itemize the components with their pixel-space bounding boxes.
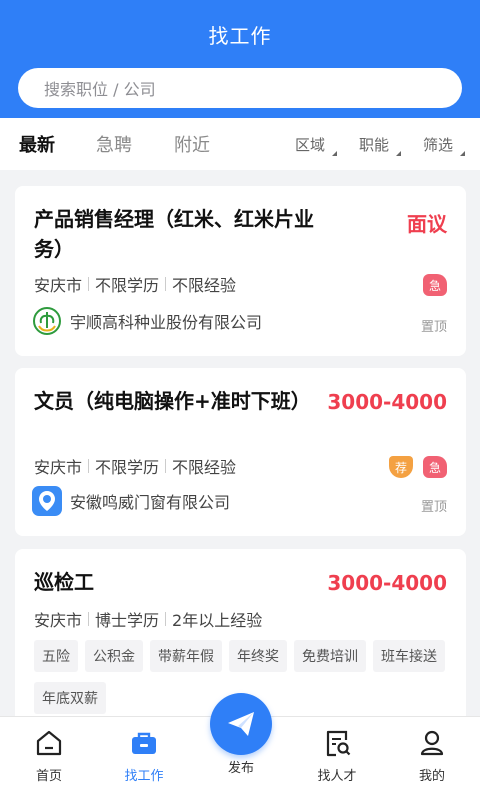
job-card[interactable]: 文员（纯电脑操作+准时下班） 3000-4000 安庆市 不限学历 不限经验 荐…: [15, 368, 466, 536]
job-title: 产品销售经理（红米、红米片业务）: [34, 207, 314, 261]
nav-mine[interactable]: 我的: [397, 727, 467, 784]
home-icon: [14, 727, 84, 759]
user-icon: [397, 727, 467, 759]
urgent-badge: 急: [423, 274, 447, 296]
company-name: 安徽鸣威门窗有限公司: [70, 493, 231, 512]
dropdown-triangle-icon: [460, 151, 466, 156]
divider: [165, 277, 167, 291]
job-meta: 安庆市 不限学历 不限经验: [34, 454, 236, 478]
job-title: 巡检工: [34, 570, 94, 594]
publish-button[interactable]: [210, 693, 272, 755]
urgent-badge: 急: [423, 456, 447, 478]
job-salary: 面议: [407, 212, 447, 236]
filter-more[interactable]: 筛选: [423, 134, 466, 156]
benefit-tag: 免费培训: [294, 640, 366, 672]
page-title: 找工作: [208, 24, 272, 48]
pinned-label: 置顶: [420, 500, 447, 515]
filter-region[interactable]: 区域: [295, 134, 338, 156]
search-doc-icon: [302, 727, 372, 759]
divider: [88, 612, 90, 626]
search-input[interactable]: 搜索职位 / 公司: [18, 68, 462, 108]
app-header: 找工作 搜索职位 / 公司: [0, 0, 480, 118]
tab-urgent[interactable]: 急聘: [96, 131, 132, 157]
nav-find-talent[interactable]: 找人才: [302, 727, 372, 784]
job-experience: 2年以上经验: [172, 611, 263, 630]
job-salary: 3000-4000: [327, 571, 447, 595]
tab-latest[interactable]: 最新: [19, 131, 55, 157]
divider: [88, 277, 90, 291]
nav-mine-label: 我的: [418, 769, 445, 784]
nav-home[interactable]: 首页: [14, 727, 84, 784]
nav-publish[interactable]: 发布: [206, 757, 276, 776]
tab-filter-bar: 最新 急聘 附近 区域 职能 筛选: [0, 118, 480, 170]
benefit-tag: 带薪年假: [150, 640, 222, 672]
company-row[interactable]: 宇顺高科种业股份有限公司: [32, 306, 262, 336]
benefit-tag: 公积金: [85, 640, 143, 672]
benefit-tag: 班车接送: [373, 640, 445, 672]
nav-find-talent-label: 找人才: [317, 769, 357, 784]
job-card[interactable]: 产品销售经理（红米、红米片业务） 面议 安庆市 不限学历 不限经验 急 宇顺高科…: [15, 186, 466, 356]
pinned-label: 置顶: [420, 320, 447, 335]
divider: [88, 459, 90, 473]
job-salary: 3000-4000: [327, 390, 447, 414]
company-name: 宇顺高科种业股份有限公司: [70, 313, 263, 332]
filter-function[interactable]: 职能: [359, 134, 402, 156]
divider: [165, 459, 167, 473]
job-education: 不限学历: [95, 458, 160, 477]
benefit-tag: 年底双薪: [34, 682, 106, 714]
job-experience: 不限经验: [172, 458, 237, 477]
job-meta: 安庆市 博士学历 2年以上经验: [34, 607, 262, 631]
job-experience: 不限经验: [172, 276, 237, 295]
job-title: 文员（纯电脑操作+准时下班）: [34, 389, 311, 413]
filter-function-label: 职能: [359, 136, 390, 154]
tab-nearby[interactable]: 附近: [174, 131, 210, 157]
filter-more-label: 筛选: [423, 136, 454, 154]
job-meta: 安庆市 不限学历 不限经验: [34, 272, 236, 296]
filter-region-label: 区域: [295, 136, 326, 154]
job-city: 安庆市: [34, 611, 83, 630]
job-education: 博士学历: [95, 611, 160, 630]
company-logo-icon: [32, 486, 62, 516]
nav-find-job[interactable]: 找工作: [109, 727, 179, 784]
dropdown-triangle-icon: [396, 151, 402, 156]
divider: [165, 612, 167, 626]
benefit-tag: 五险: [34, 640, 78, 672]
paper-plane-icon: [228, 712, 254, 736]
benefit-tag: 年终奖: [229, 640, 287, 672]
nav-home-label: 首页: [35, 769, 62, 784]
recommend-badge: 荐: [389, 456, 413, 478]
dropdown-triangle-icon: [332, 151, 338, 156]
company-row[interactable]: 安徽鸣威门窗有限公司: [32, 486, 230, 516]
job-city: 安庆市: [34, 276, 83, 295]
nav-publish-label: 发布: [227, 761, 254, 776]
job-education: 不限学历: [95, 276, 160, 295]
nav-find-job-label: 找工作: [124, 769, 164, 784]
briefcase-icon: [109, 727, 179, 759]
job-city: 安庆市: [34, 458, 83, 477]
company-logo-icon: [32, 306, 62, 336]
